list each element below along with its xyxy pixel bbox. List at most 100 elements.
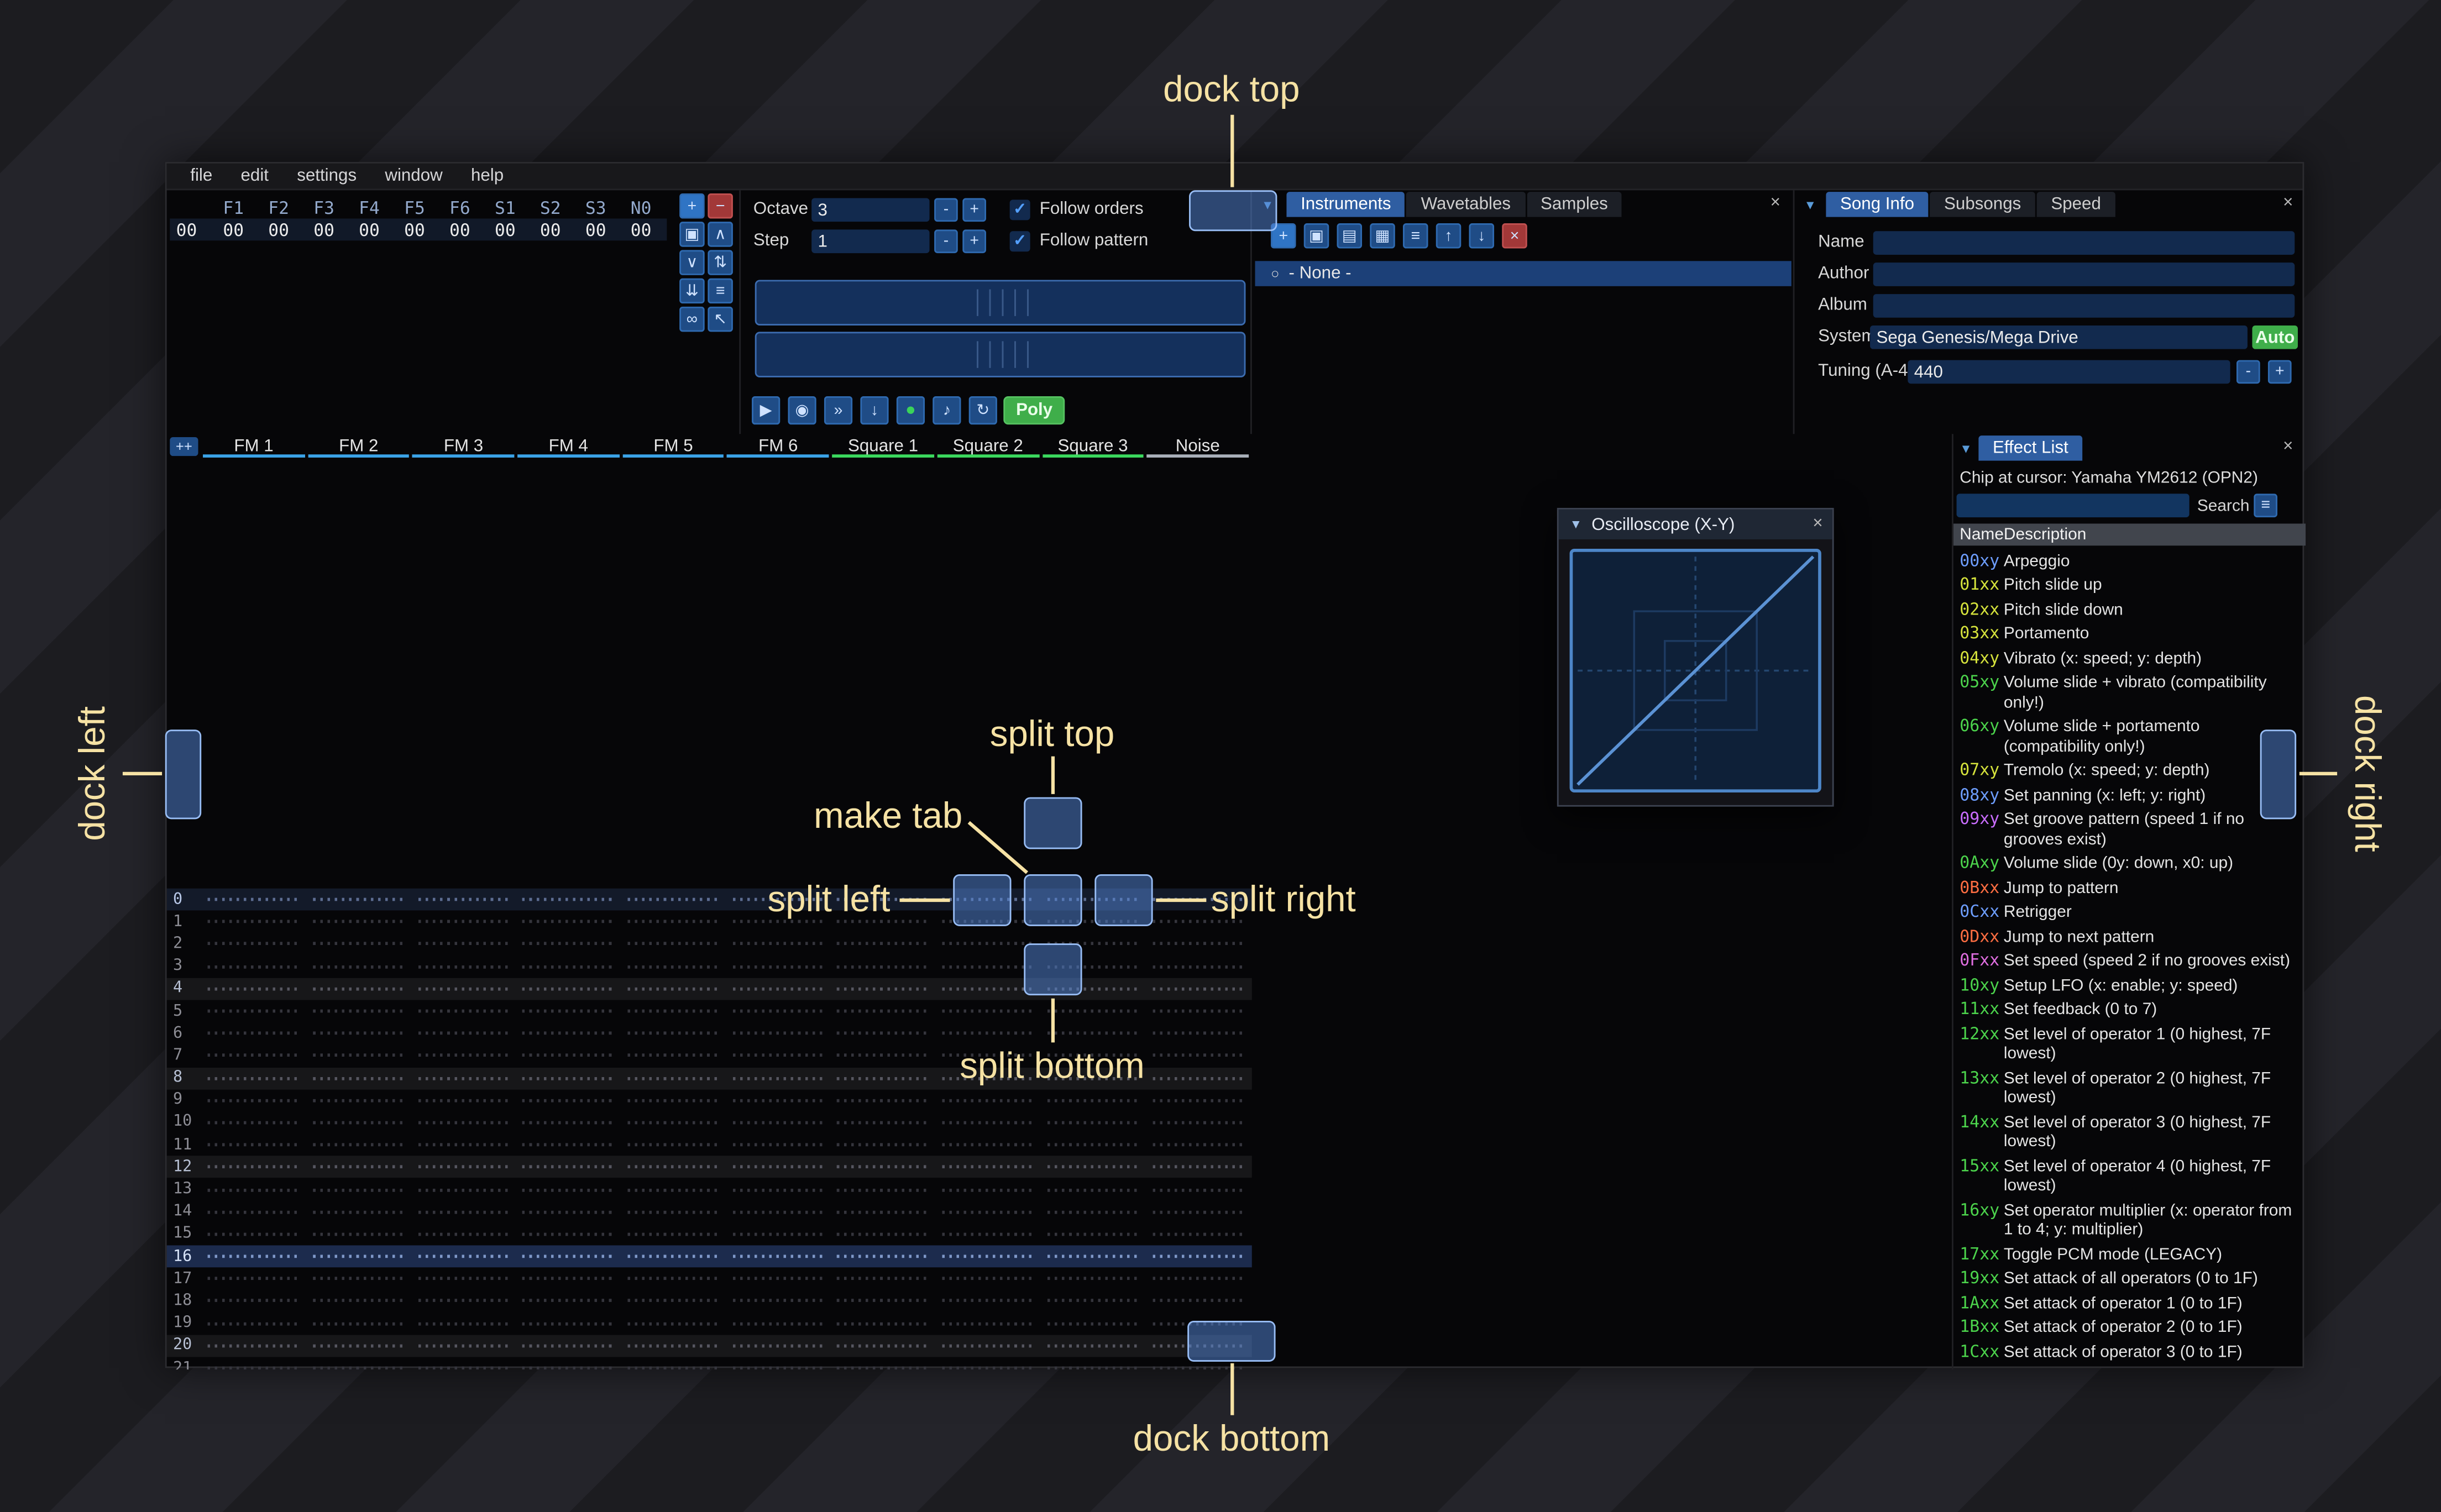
pattern-cell[interactable]: [411, 1166, 516, 1169]
effect-row-14xx[interactable]: 14xx Set level of operator 3 (0 highest, …: [1953, 1110, 2306, 1154]
pattern-cell[interactable]: [1040, 1188, 1145, 1191]
pattern-cell[interactable]: [411, 1299, 516, 1303]
pattern-cell[interactable]: [306, 1054, 411, 1058]
pattern-cell[interactable]: [516, 1032, 621, 1035]
dock-left-target[interactable]: [165, 729, 202, 820]
split-bottom-target[interactable]: [1024, 943, 1082, 996]
pattern-cell[interactable]: [516, 1188, 621, 1191]
close-song-info-button[interactable]: ×: [2283, 193, 2293, 212]
pattern-cell[interactable]: [1145, 1299, 1250, 1303]
pattern-cell[interactable]: [306, 1143, 411, 1147]
dock-bottom-target[interactable]: [1187, 1321, 1276, 1362]
pattern-cell[interactable]: [726, 1299, 831, 1303]
pattern-cell[interactable]: [516, 1321, 621, 1325]
channel-header-fm-6[interactable]: FM 6: [726, 434, 831, 458]
song-album-input[interactable]: [1873, 294, 2295, 318]
pattern-cell[interactable]: [935, 1321, 1040, 1325]
pattern-cell[interactable]: [516, 942, 621, 946]
pattern-cell[interactable]: [726, 965, 831, 968]
piano-upper-row[interactable]: [755, 280, 1246, 326]
channel-header-square-1[interactable]: Square 1: [831, 434, 936, 458]
pattern-cell[interactable]: [935, 1299, 1040, 1303]
order-cell-6[interactable]: 00: [483, 219, 528, 240]
pattern-cell[interactable]: [411, 965, 516, 968]
pattern-row-14[interactable]: 14: [167, 1201, 1252, 1223]
pattern-cell[interactable]: [726, 1277, 831, 1280]
make-tab-target[interactable]: [1024, 874, 1082, 926]
pattern-cell[interactable]: [1145, 1277, 1250, 1280]
pattern-cell[interactable]: [1040, 1121, 1145, 1125]
pattern-cell[interactable]: [726, 1032, 831, 1035]
pattern-row-2[interactable]: 2: [167, 933, 1252, 955]
oscilloscope-window[interactable]: ▼ Oscilloscope (X-Y) ×: [1557, 508, 1834, 807]
effect-row-00xy[interactable]: 00xy Arpeggio: [1953, 549, 2306, 573]
step-increase-button[interactable]: +: [962, 229, 987, 254]
pattern-row-20[interactable]: 20: [166, 1334, 1252, 1357]
pattern-cell[interactable]: [935, 1277, 1040, 1280]
pattern-cell[interactable]: [306, 1277, 411, 1280]
pattern-cell[interactable]: [935, 1143, 1040, 1147]
pattern-cell[interactable]: [935, 1232, 1040, 1236]
pattern-cell[interactable]: [201, 1254, 306, 1258]
pattern-cell[interactable]: [306, 1099, 411, 1102]
system-auto-button[interactable]: Auto: [2252, 325, 2298, 349]
pattern-cell[interactable]: [726, 1321, 831, 1325]
pattern-cell[interactable]: [516, 1009, 621, 1013]
pattern-cell[interactable]: [621, 987, 726, 991]
pattern-cell[interactable]: [306, 1076, 411, 1080]
song-author-input[interactable]: [1873, 262, 2295, 286]
effect-row-10xy[interactable]: 10xy Setup LFO (x: enable; y: speed): [1953, 973, 2306, 998]
pattern-cell[interactable]: [306, 1366, 411, 1370]
pattern-cell[interactable]: [201, 1321, 306, 1325]
split-right-target[interactable]: [1094, 874, 1153, 926]
pattern-cell[interactable]: [1145, 1232, 1250, 1236]
pattern-cell[interactable]: [411, 942, 516, 946]
pattern-cell[interactable]: [516, 1344, 621, 1347]
pattern-row-0[interactable]: 0: [166, 888, 1252, 911]
pattern-cell[interactable]: [726, 1210, 831, 1214]
pattern-cell[interactable]: [201, 1121, 306, 1125]
pattern-cell[interactable]: [1040, 1321, 1145, 1325]
pattern-cell[interactable]: [1145, 1366, 1250, 1370]
octave-input[interactable]: 3: [811, 198, 930, 222]
effect-row-11xx[interactable]: 11xx Set feedback (0 to 7): [1953, 998, 2306, 1022]
pattern-cell[interactable]: [516, 1166, 621, 1169]
pattern-cell[interactable]: [1040, 1032, 1145, 1035]
effect-row-0Bxx[interactable]: 0Bxx Jump to pattern: [1953, 876, 2306, 900]
effect-row-02xx[interactable]: 02xx Pitch slide down: [1953, 597, 2306, 622]
split-left-target[interactable]: [953, 874, 1012, 926]
pattern-cell[interactable]: [411, 920, 516, 923]
pattern-cell[interactable]: [831, 1032, 936, 1035]
menu-item-window[interactable]: window: [371, 167, 457, 186]
oscilloscope-titlebar[interactable]: ▼ Oscilloscope (X-Y) ×: [1558, 509, 1832, 539]
pattern-cell[interactable]: [726, 1121, 831, 1125]
pattern-cell[interactable]: [1145, 965, 1250, 968]
pattern-cell[interactable]: [201, 942, 306, 946]
close-oscilloscope-button[interactable]: ×: [1813, 514, 1822, 533]
orders-current-row[interactable]: 00 00 00 00 00 00 00 00 00 00 00: [170, 218, 667, 241]
effect-row-0Cxx[interactable]: 0Cxx Retrigger: [1953, 900, 2306, 925]
order-edit-mode-button[interactable]: ↖: [708, 306, 733, 332]
pattern-cell[interactable]: [726, 1009, 831, 1013]
pattern-cell[interactable]: [726, 1188, 831, 1191]
tab-speed[interactable]: Speed: [2036, 192, 2115, 217]
pattern-cell[interactable]: [306, 1344, 411, 1347]
pattern-cell[interactable]: [306, 1299, 411, 1303]
order-cell-9[interactable]: 00: [619, 219, 664, 240]
pattern-cell[interactable]: [516, 1099, 621, 1102]
pattern-cell[interactable]: [411, 987, 516, 991]
pattern-cell[interactable]: [935, 1009, 1040, 1013]
pattern-cell[interactable]: [1145, 1009, 1250, 1013]
pattern-cell[interactable]: [621, 1344, 726, 1347]
pattern-cell[interactable]: [935, 1032, 1040, 1035]
pattern-cell[interactable]: [201, 1166, 306, 1169]
pattern-cell[interactable]: [1040, 1143, 1145, 1147]
pattern-cell[interactable]: [1145, 1210, 1250, 1214]
pattern-cell[interactable]: [411, 1344, 516, 1347]
tab-song-info[interactable]: Song Info: [1826, 192, 1929, 217]
pattern-cell[interactable]: [201, 1032, 306, 1035]
pattern-row-13[interactable]: 13: [167, 1178, 1252, 1200]
expand-pattern-button[interactable]: ++: [170, 437, 198, 456]
pattern-cell[interactable]: [516, 1254, 621, 1258]
pattern-cell[interactable]: [831, 1188, 936, 1191]
